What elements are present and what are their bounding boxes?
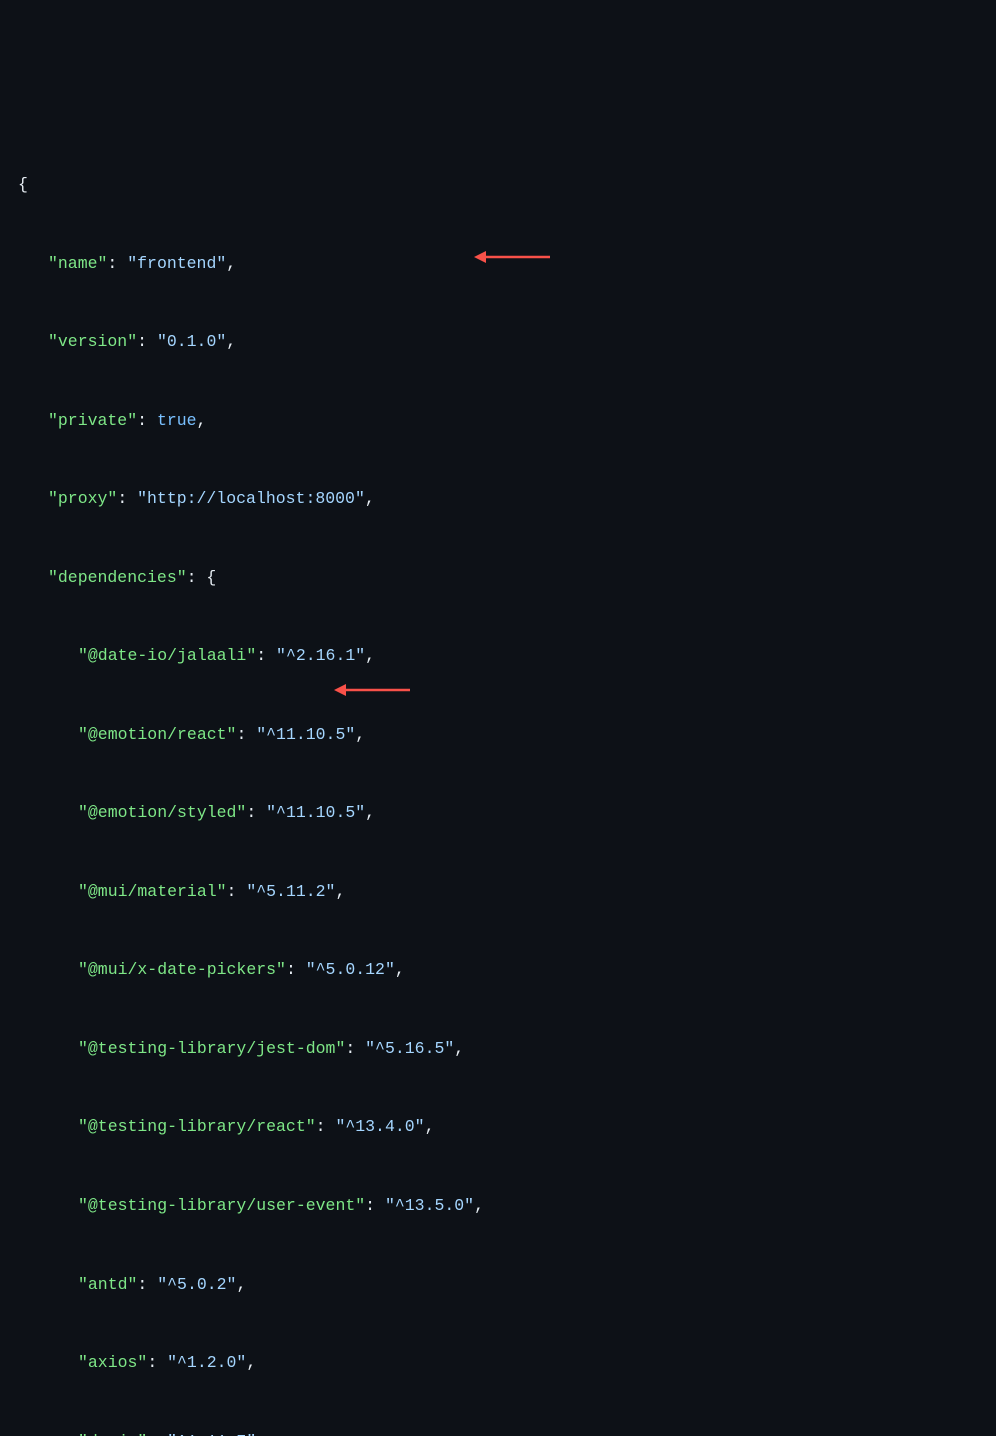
json-value: true: [157, 411, 197, 430]
json-value: "http://localhost:8000": [137, 489, 365, 508]
code-line-dep: "@emotion/styled": "^11.10.5",: [18, 793, 996, 832]
json-key: "@testing-library/user-event": [78, 1196, 365, 1215]
json-key: "@mui/x-date-pickers": [78, 960, 286, 979]
json-value: "^13.4.0": [335, 1117, 424, 1136]
json-value: "0.1.0": [157, 332, 226, 351]
annotation-arrow-icon: [332, 601, 412, 739]
json-key: "dayjs": [78, 1432, 147, 1436]
annotation-arrow-icon: [472, 168, 552, 306]
json-key: "@emotion/styled": [78, 803, 246, 822]
json-key: "@testing-library/jest-dom": [78, 1039, 345, 1058]
code-line-dep: "@mui/material": "^5.11.2",: [18, 872, 996, 911]
json-key: "@date-io/jalaali": [78, 646, 256, 665]
code-line-dep: "@date-io/jalaali": "^2.16.1",: [18, 636, 996, 675]
code-line-dep: "axios": "^1.2.0",: [18, 1343, 996, 1382]
json-key: "private": [48, 411, 137, 430]
json-value: "^13.5.0": [385, 1196, 474, 1215]
code-line-version: "version": "0.1.0",: [18, 322, 996, 361]
code-line-dep: "dayjs": "^1.11.7",: [18, 1422, 996, 1436]
code-line-dep: "@testing-library/user-event": "^13.5.0"…: [18, 1186, 996, 1225]
code-line-deps-open: "dependencies": {: [18, 558, 996, 597]
json-key: "proxy": [48, 489, 117, 508]
json-key: "@mui/material": [78, 882, 227, 901]
code-line-dep: "antd": "^5.0.2",: [18, 1265, 996, 1304]
json-value: "^1.11.7": [167, 1432, 256, 1436]
json-key: "name": [48, 254, 107, 273]
json-value: "frontend": [127, 254, 226, 273]
json-key: "@testing-library/react": [78, 1117, 316, 1136]
code-line-proxy: "proxy": "http://localhost:8000",: [18, 479, 996, 518]
json-key: "version": [48, 332, 137, 351]
json-value: "^5.0.12": [306, 960, 395, 979]
code-line-private: "private": true,: [18, 401, 996, 440]
json-key: "dependencies": [48, 568, 187, 587]
json-value: "^5.11.2": [246, 882, 335, 901]
json-key: "antd": [78, 1275, 137, 1294]
json-value: "^5.16.5": [365, 1039, 454, 1058]
code-line-dep: "@mui/x-date-pickers": "^5.0.12",: [18, 950, 996, 989]
json-value: "^5.0.2": [157, 1275, 236, 1294]
json-key: "axios": [78, 1353, 147, 1372]
json-key: "@emotion/react": [78, 725, 236, 744]
json-value: "^11.10.5": [266, 803, 365, 822]
json-value: "^1.2.0": [167, 1353, 246, 1372]
code-line-dep: "@testing-library/jest-dom": "^5.16.5",: [18, 1029, 996, 1068]
code-line-dep: "@testing-library/react": "^13.4.0",: [18, 1107, 996, 1146]
code-line-dep: "@emotion/react": "^11.10.5",: [18, 715, 996, 754]
